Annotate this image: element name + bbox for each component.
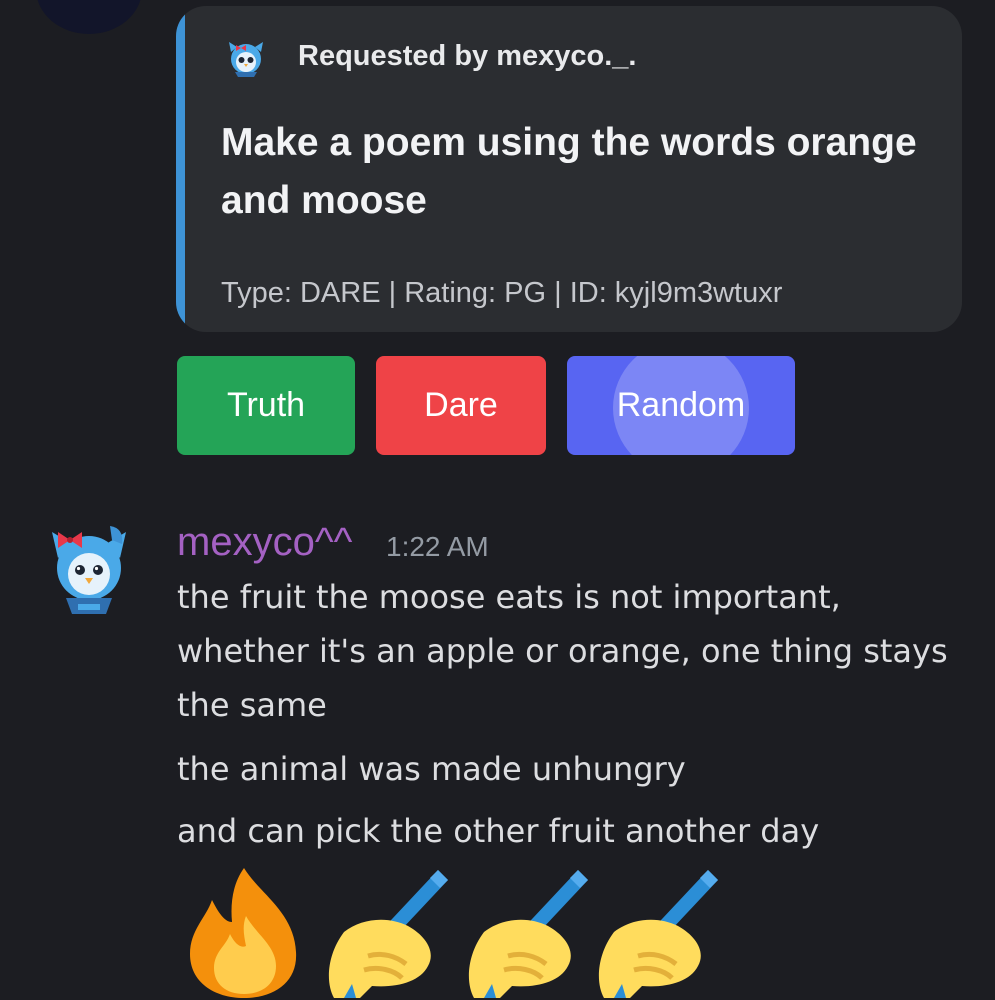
truth-button-label: Truth bbox=[226, 386, 306, 424]
embed-card: Requested by mexyco._. Make a poem using… bbox=[176, 6, 962, 332]
emoji-line bbox=[176, 860, 736, 1000]
embed-accent-bar bbox=[176, 6, 185, 332]
random-button-label: Random bbox=[616, 386, 746, 424]
user-avatar-icon[interactable] bbox=[48, 518, 130, 618]
message-line: whether it's an apple or orange, one thi… bbox=[177, 632, 948, 670]
embed-title: Make a poem using the words orange and m… bbox=[221, 121, 917, 222]
message-line: and can pick the other fruit another day bbox=[177, 812, 820, 850]
truth-button[interactable]: Truth bbox=[177, 356, 355, 455]
message-line: the fruit the moose eats is not importan… bbox=[177, 578, 841, 616]
writing-hand-icon bbox=[598, 870, 718, 998]
message-username[interactable]: mexyco^^ bbox=[177, 520, 352, 565]
chat-view: Requested by mexyco._. Make a poem using… bbox=[0, 0, 995, 1000]
writing-hand-icon bbox=[468, 870, 588, 998]
dare-button[interactable]: Dare bbox=[376, 356, 546, 455]
dare-button-label: Dare bbox=[424, 386, 498, 424]
message-line: the animal was made unhungry bbox=[177, 750, 686, 788]
fire-emoji-icon bbox=[190, 868, 297, 998]
random-button[interactable]: Random bbox=[567, 356, 795, 455]
author-avatar-icon bbox=[229, 42, 263, 77]
embed-footer: Type: DARE | Rating: PG | ID: kyjl9m3wtu… bbox=[221, 277, 783, 309]
writing-hand-icon bbox=[328, 870, 448, 998]
embed-author-name: Requested by mexyco._. bbox=[298, 40, 637, 72]
bot-avatar[interactable] bbox=[36, 0, 142, 34]
message-timestamp: 1:22 AM bbox=[386, 531, 489, 562]
message-line: the same bbox=[177, 686, 327, 724]
